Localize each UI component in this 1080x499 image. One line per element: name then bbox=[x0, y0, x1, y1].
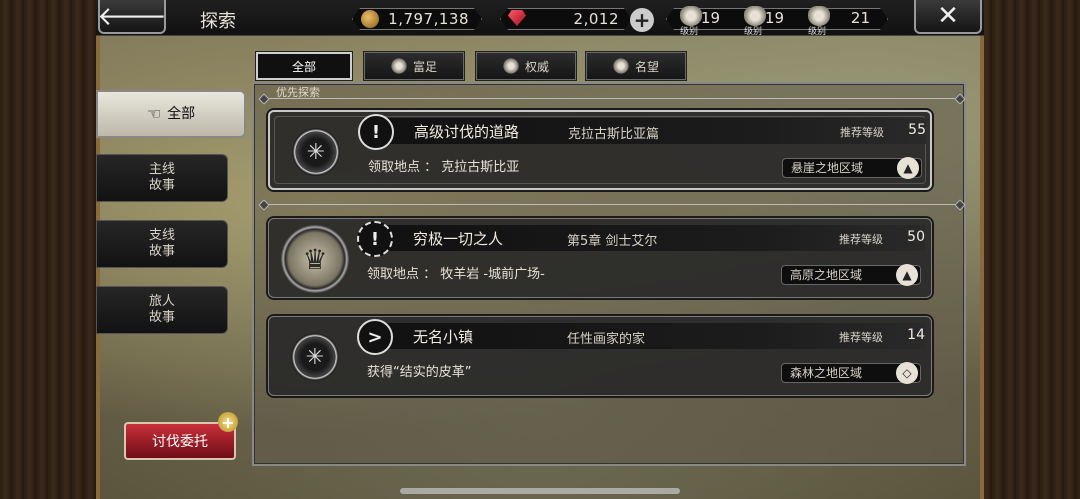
right-frame bbox=[980, 0, 1080, 499]
side-tab-main-story[interactable]: 主线 故事 bbox=[96, 154, 228, 202]
tab-power[interactable]: 权威 bbox=[475, 51, 577, 81]
back-button[interactable]: 🡐 bbox=[97, 0, 167, 34]
quest-title: 无名小镇 bbox=[413, 328, 474, 346]
left-frame bbox=[0, 0, 100, 499]
mountain-icon: ▲ bbox=[896, 264, 918, 286]
exclamation-icon: ! bbox=[358, 114, 394, 150]
divider bbox=[262, 204, 962, 205]
level-label: 推荐等级 bbox=[839, 233, 883, 246]
rank-value: 19 bbox=[764, 9, 784, 27]
mountain-icon: ▲ bbox=[897, 157, 919, 179]
quest-card[interactable]: ✳ ! 高级讨伐的道路 克拉古斯比亚篇 推荐等级 55 领取地点 ： 克拉古斯比… bbox=[268, 110, 932, 190]
region-label: 高原之地区域 bbox=[790, 268, 863, 282]
rank-value: 19 bbox=[700, 9, 720, 27]
quest-location: 领取地点 ： 牧羊岩 -城前广场- bbox=[367, 267, 545, 282]
quest-card[interactable]: ♛ ! 穷极一切之人 第5章 剑士艾尔 推荐等级 50 领取地点 ： 牧羊岩 -… bbox=[268, 218, 932, 298]
fame-icon bbox=[612, 58, 629, 74]
divider bbox=[262, 98, 962, 99]
side-tab-label: 旅人 故事 bbox=[148, 294, 175, 325]
level-label: 推荐等级 bbox=[839, 331, 883, 344]
home-indicator bbox=[400, 488, 680, 494]
gold-amount: 1,797,138 bbox=[388, 10, 469, 28]
region-badge: 悬崖之地区域 ▲ bbox=[782, 157, 922, 179]
close-x-icon: ✕ bbox=[937, 1, 959, 31]
tab-all[interactable]: 全部 bbox=[255, 51, 353, 81]
chevron-right-icon: > bbox=[357, 319, 393, 355]
tab-label: 全部 bbox=[291, 59, 316, 74]
tab-label: 名望 bbox=[634, 59, 659, 74]
quest-location: 领取地点 ： 克拉古斯比亚 bbox=[368, 160, 520, 175]
diamond-icon: ◇ bbox=[896, 362, 918, 384]
plus-badge-icon: + bbox=[218, 412, 238, 432]
quest-subtitle: 第5章 剑士艾尔 bbox=[567, 234, 658, 249]
exclamation-star-icon: ! bbox=[357, 221, 393, 257]
tab-label: 权威 bbox=[524, 59, 549, 74]
close-button[interactable]: ✕ bbox=[914, 0, 982, 34]
side-tab-label: 主线 故事 bbox=[148, 162, 175, 193]
side-tab-label: 支线 故事 bbox=[148, 228, 175, 259]
level-value: 14 bbox=[907, 327, 925, 343]
rank-value: 21 bbox=[850, 9, 870, 27]
rank-label: 级别 bbox=[808, 27, 827, 37]
tab-label: 富足 bbox=[412, 59, 437, 74]
region-label: 森林之地区域 bbox=[790, 366, 863, 380]
rank-fame-icon bbox=[808, 6, 830, 26]
left-arrow-icon: 🡐 bbox=[97, 1, 167, 32]
level-label: 推荐等级 bbox=[840, 126, 884, 139]
compass-emblem-icon: ✳ bbox=[291, 333, 339, 381]
wealth-icon bbox=[390, 58, 407, 74]
side-tab-all[interactable]: ☜ 全部 bbox=[96, 90, 246, 138]
quest-subtitle: 克拉古斯比亚篇 bbox=[568, 127, 660, 142]
level-value: 55 bbox=[908, 122, 926, 138]
pointing-hand-icon: ☜ bbox=[146, 104, 162, 123]
quest-title: 高级讨伐的道路 bbox=[414, 123, 520, 141]
region-badge: 高原之地区域 ▲ bbox=[781, 264, 921, 286]
region-label: 悬崖之地区域 bbox=[791, 161, 864, 175]
side-tab-traveler-story[interactable]: 旅人 故事 bbox=[96, 286, 228, 334]
tab-fame[interactable]: 名望 bbox=[585, 51, 687, 81]
tab-wealth[interactable]: 富足 bbox=[363, 51, 465, 81]
quest-card[interactable]: ✳ > 无名小镇 任性画家的家 推荐等级 14 获得“结实的皮革” 森林之地区域… bbox=[268, 316, 932, 396]
side-tab-side-story[interactable]: 支线 故事 bbox=[96, 220, 228, 268]
add-gem-button[interactable]: + bbox=[630, 8, 654, 32]
level-value: 50 bbox=[907, 229, 925, 245]
compass-emblem-icon: ✳ bbox=[292, 128, 340, 176]
quest-reward: 获得“结实的皮革” bbox=[367, 365, 472, 380]
side-tab-label: 全部 bbox=[167, 106, 196, 122]
region-badge: 森林之地区域 ◇ bbox=[781, 362, 921, 384]
power-icon bbox=[502, 58, 519, 74]
quest-subtitle: 任性画家的家 bbox=[567, 332, 646, 347]
crest-emblem-icon: ♛ bbox=[281, 225, 349, 293]
coin-icon bbox=[361, 10, 379, 28]
page-title: 探索 bbox=[200, 11, 236, 32]
request-label: 讨伐委托 bbox=[152, 434, 208, 450]
plus-icon: + bbox=[633, 8, 651, 32]
quest-title: 穷极一切之人 bbox=[413, 230, 504, 248]
gem-amount: 2,012 bbox=[573, 10, 619, 28]
